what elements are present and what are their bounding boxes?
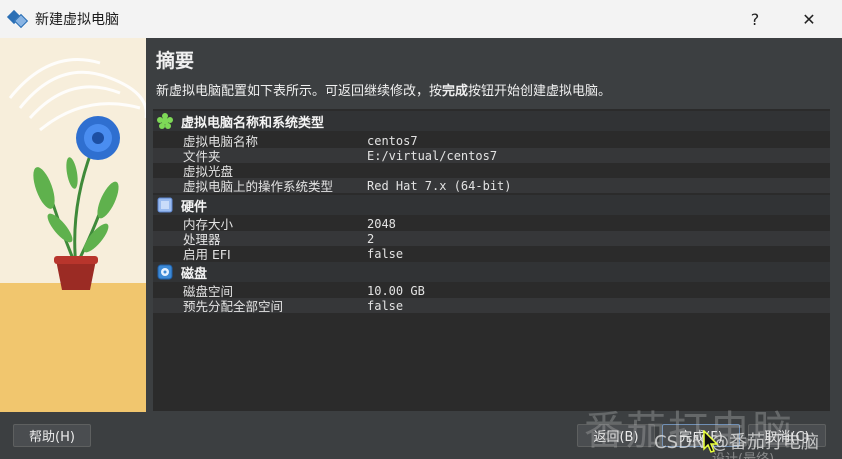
- virtualbox-icon: [6, 9, 29, 29]
- blue-flower: [76, 116, 120, 160]
- help-question-button[interactable]: ?: [732, 0, 778, 38]
- summary-page: 摘要 新虚拟电脑配置如下表所示。可返回继续修改，按完成按钮开始创建虚拟电脑。 虚…: [146, 38, 842, 412]
- table-row: 预先分配全部空间 false: [153, 298, 830, 314]
- hardware-chip-icon: [157, 197, 173, 213]
- page-title: 摘要: [156, 50, 195, 72]
- flower-pot-illustration: [0, 38, 146, 412]
- section-disk: 磁盘: [153, 262, 830, 282]
- title-bar: 新建虚拟电脑 ? ✕: [0, 0, 842, 38]
- section-hardware: 硬件: [153, 195, 830, 215]
- table-row: 启用 EFI false: [183, 246, 404, 263]
- help-button[interactable]: 帮助(H): [13, 424, 91, 447]
- hard-disk-icon: [157, 264, 173, 280]
- summary-table: 虚拟电脑名称和系统类型 虚拟电脑名称 centos7 文件夹 E:/virtual/…: [153, 109, 830, 411]
- table-row: 处理器 2: [153, 231, 830, 247]
- green-gear-icon: [157, 113, 173, 129]
- section-general: 虚拟电脑名称和系统类型: [153, 111, 830, 131]
- wizard-illustration: [0, 38, 146, 412]
- section-disk-title: 磁盘: [181, 266, 208, 282]
- table-row: 内存大小 2048: [183, 216, 396, 233]
- table-row: 虚拟电脑名称 centos7: [183, 133, 418, 150]
- close-button[interactable]: ✕: [786, 0, 832, 38]
- finish-emphasis: 完成: [442, 84, 469, 99]
- page-description: 新虚拟电脑配置如下表所示。可返回继续修改，按完成按钮开始创建虚拟电脑。: [156, 84, 612, 99]
- window-title: 新建虚拟电脑: [35, 12, 119, 28]
- table-row: 文件夹 E:/virtual/centos7: [153, 148, 830, 164]
- watermark-tiny: 设计(最终): [712, 448, 774, 459]
- mouse-cursor-icon: [703, 430, 719, 453]
- table-row: 虚拟电脑上的操作系统类型 Red Hat 7.x (64-bit): [153, 178, 830, 194]
- section-general-title: 虚拟电脑名称和系统类型: [181, 115, 325, 131]
- section-hardware-title: 硬件: [181, 199, 208, 215]
